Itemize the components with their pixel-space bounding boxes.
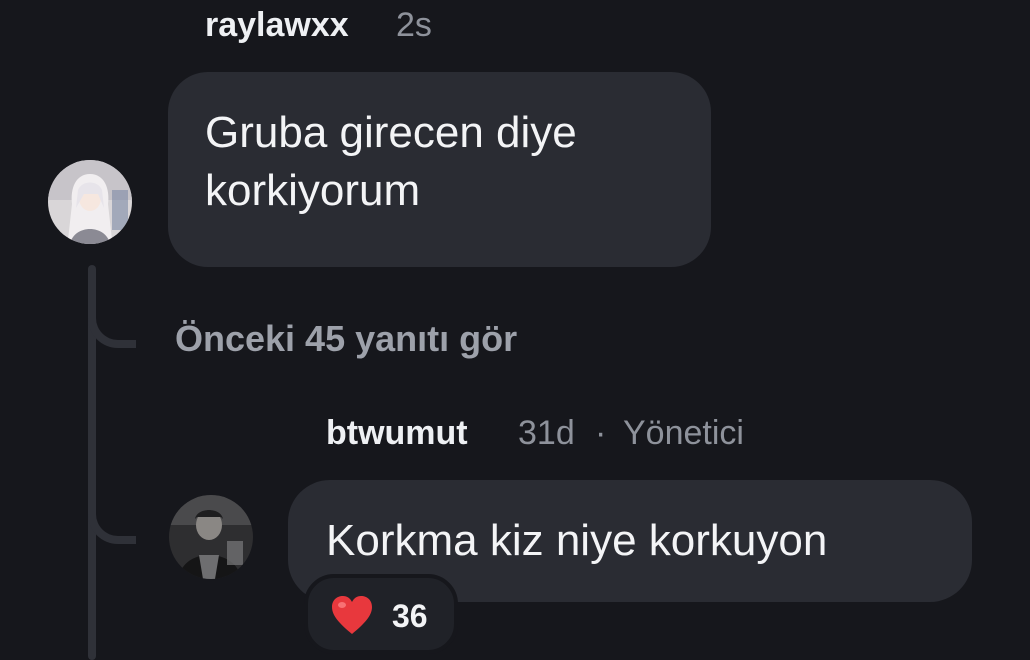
reaction-count: 36 (392, 598, 428, 634)
reply-text: Korkma kiz niye korkuyon (326, 516, 828, 565)
meta-separator: · (595, 414, 607, 452)
comment-bubble[interactable]: Gruba girecen diye korkiyorum (168, 72, 711, 267)
avatar[interactable] (48, 160, 132, 244)
avatar-image (48, 160, 132, 244)
admin-badge: Yönetici (623, 414, 744, 452)
reply-timestamp: 31d (518, 414, 575, 452)
view-previous-replies-link[interactable]: Önceki 45 yanıtı gör (175, 318, 517, 360)
reaction-pill[interactable]: 36 (304, 574, 458, 654)
comment-username[interactable]: raylawxx (205, 6, 349, 45)
comment-timestamp: 2s (396, 6, 432, 44)
reply-username[interactable]: btwumut (326, 414, 468, 453)
comment-text-line: Gruba girecen diye (205, 108, 577, 157)
avatar-image (169, 495, 253, 579)
heart-icon (332, 596, 372, 634)
avatar[interactable] (169, 495, 253, 579)
comment-text-line: korkiyorum (205, 166, 421, 215)
